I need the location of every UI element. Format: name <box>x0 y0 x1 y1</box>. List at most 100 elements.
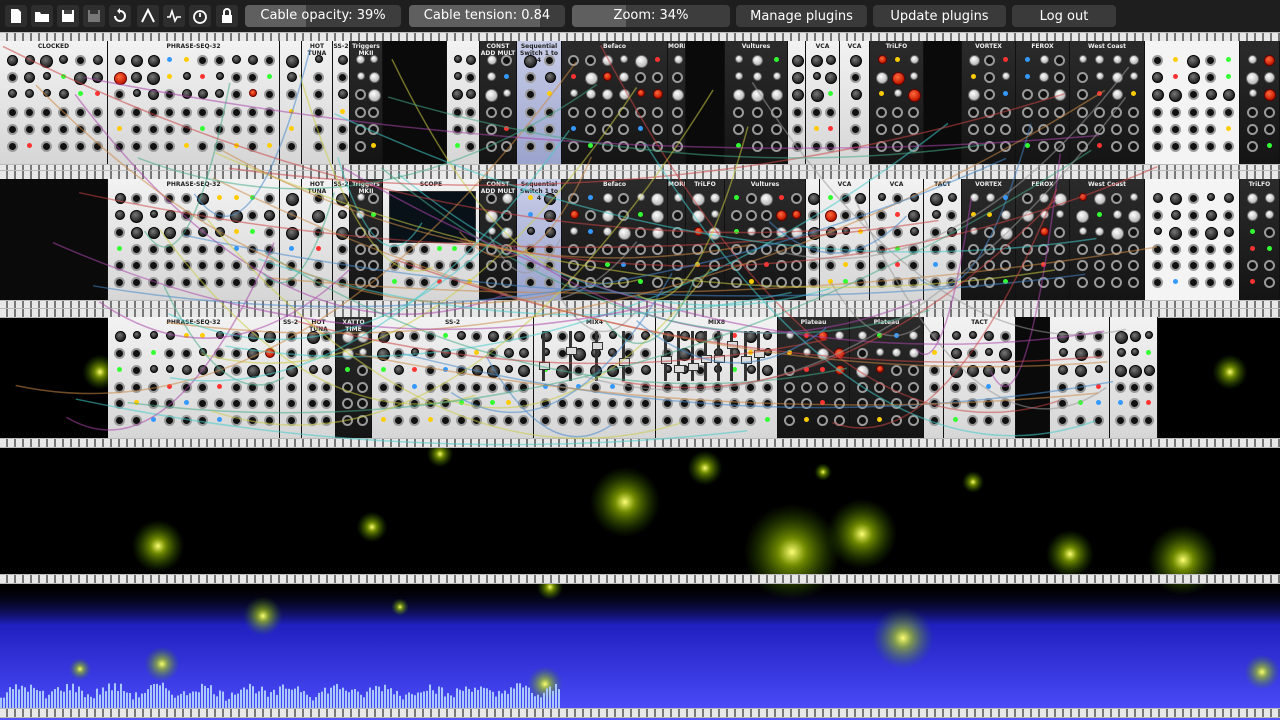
knob[interactable] <box>132 89 141 98</box>
jack-port[interactable] <box>114 89 126 101</box>
jack-port[interactable] <box>966 347 978 359</box>
knob[interactable] <box>637 89 645 98</box>
jack-port[interactable] <box>618 193 630 204</box>
jack-port[interactable] <box>164 260 176 272</box>
jack-port[interactable] <box>968 123 979 135</box>
knob[interactable] <box>746 364 756 374</box>
jack-port[interactable] <box>792 140 803 152</box>
knob[interactable] <box>452 89 464 101</box>
jack-port[interactable] <box>573 364 585 376</box>
knob[interactable] <box>710 209 719 218</box>
jack-port[interactable] <box>760 209 772 221</box>
jack-port[interactable] <box>368 260 380 272</box>
knob[interactable] <box>1110 226 1124 240</box>
jack-port[interactable] <box>544 277 556 289</box>
module-triggers-mkii[interactable]: Triggers MKII <box>350 41 383 164</box>
jack-port[interactable] <box>368 106 380 118</box>
knob[interactable] <box>602 55 614 66</box>
knob[interactable] <box>487 72 497 82</box>
jack-port[interactable] <box>712 398 723 410</box>
jack-port[interactable] <box>501 260 513 272</box>
knob[interactable] <box>603 72 613 82</box>
jack-port[interactable] <box>873 381 885 393</box>
knob[interactable] <box>114 193 126 204</box>
update-plugins-button[interactable]: Update plugins <box>873 5 1006 27</box>
knob[interactable] <box>620 55 629 63</box>
knob[interactable] <box>149 364 158 373</box>
knob[interactable] <box>855 193 867 204</box>
jack-port[interactable] <box>74 106 86 118</box>
knob[interactable] <box>602 193 613 203</box>
jack-port[interactable] <box>368 226 380 238</box>
jack-port[interactable] <box>639 398 651 410</box>
jack-port[interactable] <box>247 106 259 118</box>
knob[interactable] <box>641 331 651 340</box>
jack-port[interactable] <box>908 243 919 255</box>
knob[interactable] <box>834 364 845 375</box>
knob[interactable] <box>792 209 801 219</box>
knob[interactable] <box>501 193 513 204</box>
jack-port[interactable] <box>247 381 259 393</box>
knob[interactable] <box>544 226 556 238</box>
jack-port[interactable] <box>761 398 773 410</box>
knob[interactable] <box>544 72 556 84</box>
sample-rate-icon[interactable] <box>137 5 159 27</box>
knob[interactable] <box>1111 89 1123 101</box>
jack-port[interactable] <box>968 243 979 255</box>
knob[interactable] <box>377 331 390 343</box>
jack-port[interactable] <box>1128 243 1140 255</box>
jack-port[interactable] <box>590 381 601 393</box>
knob[interactable] <box>825 226 837 238</box>
knob[interactable] <box>672 89 684 102</box>
jack-port[interactable] <box>833 381 845 393</box>
jack-port[interactable] <box>1000 106 1011 118</box>
jack-port[interactable] <box>840 209 851 221</box>
knob[interactable] <box>336 226 349 240</box>
knob[interactable] <box>40 55 53 68</box>
jack-port[interactable] <box>890 398 902 410</box>
jack-port[interactable] <box>286 89 297 101</box>
knob[interactable] <box>909 226 919 236</box>
knob[interactable] <box>453 72 462 81</box>
knob[interactable] <box>984 331 995 341</box>
knob[interactable] <box>356 55 366 64</box>
knob[interactable] <box>968 331 977 339</box>
jack-port[interactable] <box>114 140 126 152</box>
jack-port[interactable] <box>1076 72 1088 84</box>
knob[interactable] <box>130 226 143 239</box>
knob[interactable] <box>1265 209 1274 219</box>
jack-port[interactable] <box>672 226 683 238</box>
jack-port[interactable] <box>336 123 348 135</box>
channel-fader[interactable] <box>592 331 603 381</box>
knob[interactable] <box>1264 193 1275 203</box>
jack-port[interactable] <box>321 381 332 393</box>
jack-port[interactable] <box>817 415 829 427</box>
jack-port[interactable] <box>833 415 845 427</box>
module-trilfo[interactable]: TriLFO <box>1240 179 1280 300</box>
jack-port[interactable] <box>465 123 477 135</box>
jack-port[interactable] <box>908 123 919 135</box>
jack-port[interactable] <box>1057 398 1068 410</box>
jack-port[interactable] <box>147 260 159 272</box>
knob[interactable] <box>640 364 651 375</box>
jack-port[interactable] <box>1057 381 1068 393</box>
knob[interactable] <box>693 226 703 236</box>
knob[interactable] <box>147 72 160 86</box>
jack-port[interactable] <box>1022 260 1033 272</box>
jack-port[interactable] <box>312 123 324 135</box>
jack-port[interactable] <box>840 193 851 204</box>
jack-port[interactable] <box>811 140 822 152</box>
knob[interactable] <box>287 72 297 83</box>
jack-port[interactable] <box>464 243 476 255</box>
jack-port[interactable] <box>130 193 142 204</box>
jack-port[interactable] <box>147 243 159 255</box>
jack-port[interactable] <box>180 123 192 135</box>
jack-port[interactable] <box>761 381 773 393</box>
knob[interactable] <box>1130 72 1139 81</box>
knob[interactable] <box>856 364 869 378</box>
jack-port[interactable] <box>130 123 142 135</box>
knob[interactable] <box>1224 193 1235 203</box>
jack-port[interactable] <box>354 260 366 272</box>
jack-port[interactable] <box>1223 140 1235 152</box>
jack-port[interactable] <box>518 381 530 393</box>
